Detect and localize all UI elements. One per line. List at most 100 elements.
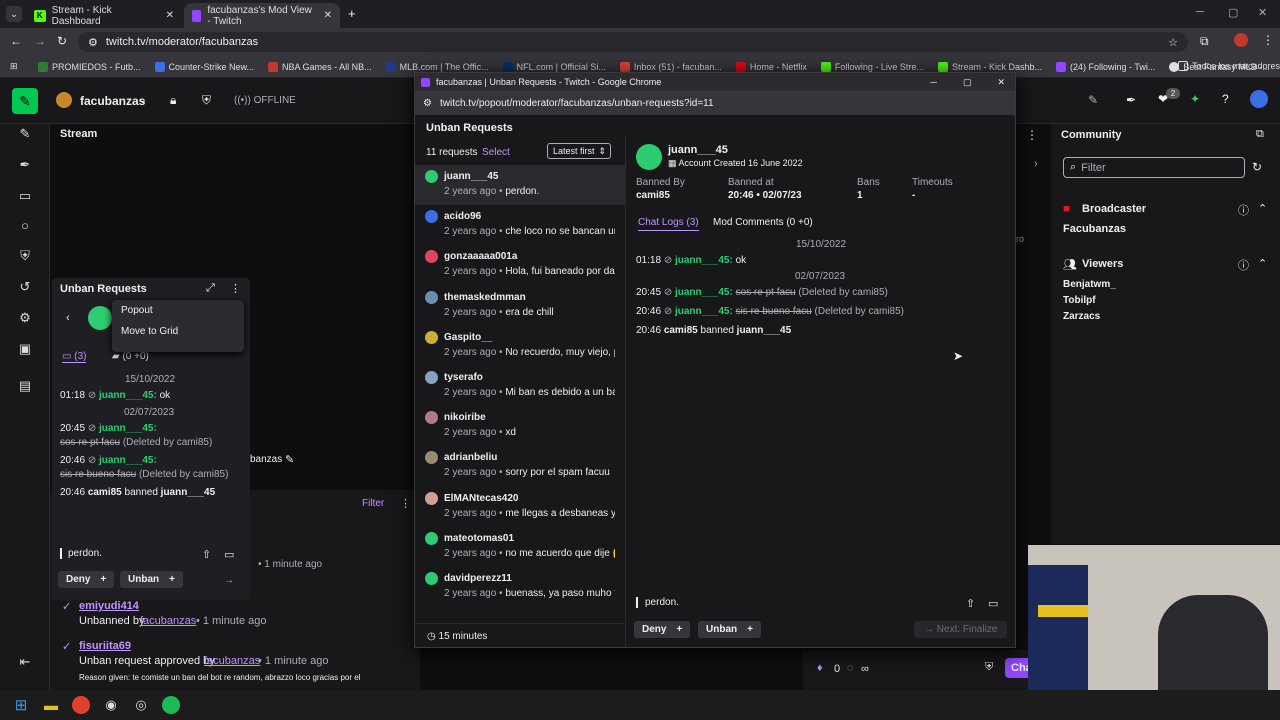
tab-search-icon[interactable]: ⌄ xyxy=(6,6,22,22)
panel-menu-icon[interactable]: ⋮ xyxy=(400,497,411,510)
deny-button[interactable]: Deny + xyxy=(634,621,691,638)
request-item[interactable]: juann___45 2 years ago • perdon. xyxy=(415,165,625,206)
tab-kick-dashboard[interactable]: K Stream - Kick Dashboard ✕ xyxy=(26,3,182,28)
minimize-icon[interactable]: ─ xyxy=(931,77,937,87)
back-icon[interactable]: ← xyxy=(10,34,22,48)
popout-icon[interactable]: ⧉ xyxy=(1256,128,1264,141)
request-item[interactable]: adrianbeliu 2 years ago • sorry por el sp… xyxy=(415,446,625,486)
detail-username[interactable]: juann___45 xyxy=(668,144,728,156)
apps-grid-icon[interactable]: ⊞ xyxy=(10,61,18,72)
maximize-icon[interactable]: ▢ xyxy=(963,77,972,88)
close-window-icon[interactable]: ✕ xyxy=(997,77,1005,88)
bookmark-item[interactable]: PROMIEDOS - Futb... xyxy=(38,61,141,72)
community-filter-input[interactable]: ⌕ Filter xyxy=(1063,157,1245,178)
app-icon[interactable]: ◎ xyxy=(132,696,150,714)
request-item[interactable]: Gaspito__ 2 years ago • No recuerdo, muy … xyxy=(415,326,625,366)
request-item[interactable]: themaskedmman 2 years ago • era de chill xyxy=(415,286,625,326)
request-item[interactable]: gonzaaaaa001a 2 years ago • Hola, fui ban… xyxy=(415,245,625,285)
popup-url[interactable]: twitch.tv/popout/moderator/facubanzas/un… xyxy=(440,98,714,109)
spotify-icon[interactable] xyxy=(162,696,180,714)
back-chevron-icon[interactable]: ‹ xyxy=(66,312,70,324)
bookmark-item[interactable]: Counter-Strike New... xyxy=(154,61,254,72)
minimize-icon[interactable]: ─ xyxy=(1196,6,1204,18)
windows-start-icon[interactable]: ⊞ xyxy=(12,696,30,714)
viewer-item[interactable]: Zarzacs xyxy=(1063,311,1100,322)
bookmark-item[interactable]: Stream - Kick Dashb... xyxy=(937,61,1042,72)
request-item[interactable]: mateotomas01 2 years ago • no me acuerdo … xyxy=(415,527,625,567)
request-item[interactable]: davidperezz11 2 years ago • buenass, ya p… xyxy=(415,567,625,607)
share-icon[interactable]: ⇧ xyxy=(966,597,975,610)
forward-icon[interactable]: → xyxy=(34,34,46,48)
bookmark-item[interactable]: Inbox (51) - facuban... xyxy=(619,61,722,72)
steam-icon[interactable]: ◉ xyxy=(102,696,120,714)
log-user[interactable]: juann___45: xyxy=(99,455,157,466)
ban-by[interactable]: cami85 xyxy=(88,487,122,498)
refresh-icon[interactable]: ↻ xyxy=(1252,160,1262,174)
all-bookmarks-folder[interactable]: Todos los marcadores xyxy=(1178,61,1280,71)
pin-tool-icon[interactable]: ✒ xyxy=(15,155,35,175)
sort-dropdown[interactable]: Latest first ⇕ xyxy=(547,143,611,159)
comment-icon[interactable]: ▭ xyxy=(224,548,234,561)
share-icon[interactable]: ⇧ xyxy=(202,548,211,561)
resolution-input[interactable]: perdon. xyxy=(60,548,200,559)
pin-icon[interactable]: ✒ xyxy=(1126,93,1136,107)
bookmark-item[interactable]: MLB.com | The Offic... xyxy=(385,61,489,72)
menu-item-popout[interactable]: Popout xyxy=(112,300,244,321)
select-button[interactable]: Select xyxy=(482,147,510,158)
channel-name[interactable]: facubanzas xyxy=(80,94,145,108)
request-item[interactable]: ElMANtecas420 2 years ago • me llegas a d… xyxy=(415,487,625,527)
history-icon[interactable]: ↺ xyxy=(15,277,35,297)
reload-icon[interactable]: ↻ xyxy=(57,34,67,48)
tab-mod-comments[interactable]: Mod Comments (0 +0) xyxy=(713,217,813,228)
next-finalize-button[interactable]: → Next: Finalize xyxy=(914,621,1008,638)
chevron-right-icon[interactable]: › xyxy=(1034,158,1038,170)
ban-user[interactable]: juann___45 xyxy=(737,325,791,336)
info-icon[interactable]: ⓘ xyxy=(1238,257,1249,273)
broadcaster-name[interactable]: Facubanzas xyxy=(1063,223,1126,235)
mod-view-logo-icon[interactable]: ✎ xyxy=(12,88,38,114)
unban-button[interactable]: Unban + xyxy=(698,621,761,638)
chat-icon[interactable]: ▭ xyxy=(15,186,35,206)
viewer-item[interactable]: Benjatwm_ xyxy=(1063,279,1116,290)
tab-chat-logs[interactable]: Chat Logs (3) xyxy=(638,217,699,231)
bookmark-item[interactable]: NFL.com | Official Si... xyxy=(502,61,606,72)
site-info-icon[interactable]: ⚙ xyxy=(88,36,98,49)
edit-icon[interactable]: ✎ xyxy=(285,453,294,466)
close-tab-icon[interactable]: ✕ xyxy=(166,10,174,21)
settings-nav-icon[interactable]: ⚙ xyxy=(15,308,35,328)
activity-by[interactable]: facubanzas xyxy=(204,655,260,667)
request-item[interactable]: acido96 2 years ago • che loco no se banc… xyxy=(415,205,625,245)
sparkle-icon[interactable]: ✦ xyxy=(1190,92,1200,106)
maximize-icon[interactable]: ▢ xyxy=(1228,6,1238,19)
log-user[interactable]: juann___45: xyxy=(675,306,733,317)
next-arrow-icon[interactable]: → xyxy=(224,575,234,586)
activity-user[interactable]: emiyudi414 xyxy=(79,600,139,612)
collapse-icon[interactable]: ⌃ xyxy=(1258,202,1267,215)
chevron-down-icon[interactable]: ⌄ xyxy=(138,93,147,106)
edit-icon[interactable]: ✎ xyxy=(1088,93,1098,107)
analytics-icon[interactable]: ▤ xyxy=(15,376,35,396)
points-icon[interactable]: ♦ xyxy=(817,662,823,674)
help-icon[interactable]: ? xyxy=(1222,92,1229,106)
shield-nav-icon[interactable]: ⛨ xyxy=(15,246,35,266)
exit-icon[interactable]: ⇤ xyxy=(15,652,35,672)
extensions-icon[interactable]: ⧉ xyxy=(1200,34,1209,49)
profile-avatar[interactable] xyxy=(1234,33,1248,47)
user-avatar[interactable] xyxy=(1250,90,1268,108)
request-item[interactable]: tyserafo 2 years ago • Mi ban es debido a… xyxy=(415,366,625,406)
file-explorer-icon[interactable]: ▬ xyxy=(42,696,60,714)
site-info-icon[interactable]: ⚙ xyxy=(423,98,432,109)
activity-by[interactable]: facubanzas xyxy=(140,615,196,627)
pen-icon[interactable]: ✎ xyxy=(15,124,35,144)
log-user[interactable]: juann___45: xyxy=(99,423,157,434)
deny-button[interactable]: Deny + xyxy=(58,571,115,588)
bookmark-item[interactable]: Following - Live Stre... xyxy=(820,61,924,72)
comment-icon[interactable]: ▭ xyxy=(988,597,998,610)
circle-icon[interactable]: ○ xyxy=(15,216,35,236)
filter-button[interactable]: Filter xyxy=(362,498,384,509)
viewer-item[interactable]: Tobilpf xyxy=(1063,295,1096,306)
shield-icon[interactable]: ⛨ xyxy=(985,661,993,674)
info-icon[interactable]: ⓘ xyxy=(1238,202,1249,218)
close-window-icon[interactable]: ✕ xyxy=(1258,6,1267,19)
log-user[interactable]: juann___45: xyxy=(675,287,733,298)
